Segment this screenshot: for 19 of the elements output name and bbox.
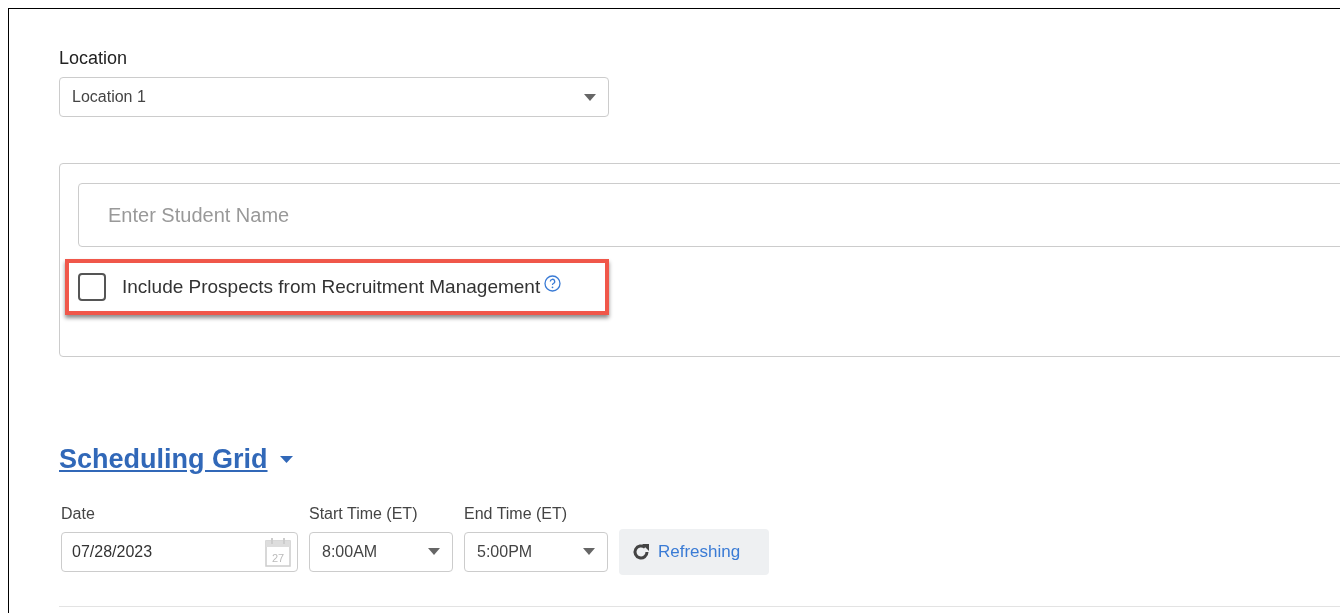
caret-icon[interactable] bbox=[279, 455, 293, 463]
refresh-icon bbox=[631, 541, 651, 562]
section-title-link[interactable]: Scheduling Grid bbox=[59, 439, 268, 480]
field-label: End Time (ET) bbox=[464, 503, 569, 524]
checkbox[interactable] bbox=[78, 273, 106, 301]
help-icon[interactable] bbox=[544, 274, 562, 292]
checkbox-label: Include Prospects from Recruitment Management bbox=[122, 274, 541, 299]
refresh-button[interactable]: Refreshing bbox=[619, 528, 769, 575]
caret-icon bbox=[583, 548, 595, 555]
date-field[interactable]: 07/28/2023 27 bbox=[61, 531, 298, 572]
field-label: Date bbox=[61, 503, 96, 524]
end-time-select[interactable]: 5:00PM bbox=[464, 531, 608, 572]
location-select[interactable]: Location 1 bbox=[59, 77, 609, 117]
field-label: Location bbox=[59, 47, 129, 70]
caret-icon bbox=[428, 548, 440, 555]
start-time-select[interactable]: 8:00AM bbox=[309, 531, 453, 572]
student-name-field[interactable]: Enter Student Name bbox=[78, 183, 1340, 247]
caret-icon bbox=[584, 93, 596, 101]
field-label: Start Time (ET) bbox=[309, 503, 419, 524]
